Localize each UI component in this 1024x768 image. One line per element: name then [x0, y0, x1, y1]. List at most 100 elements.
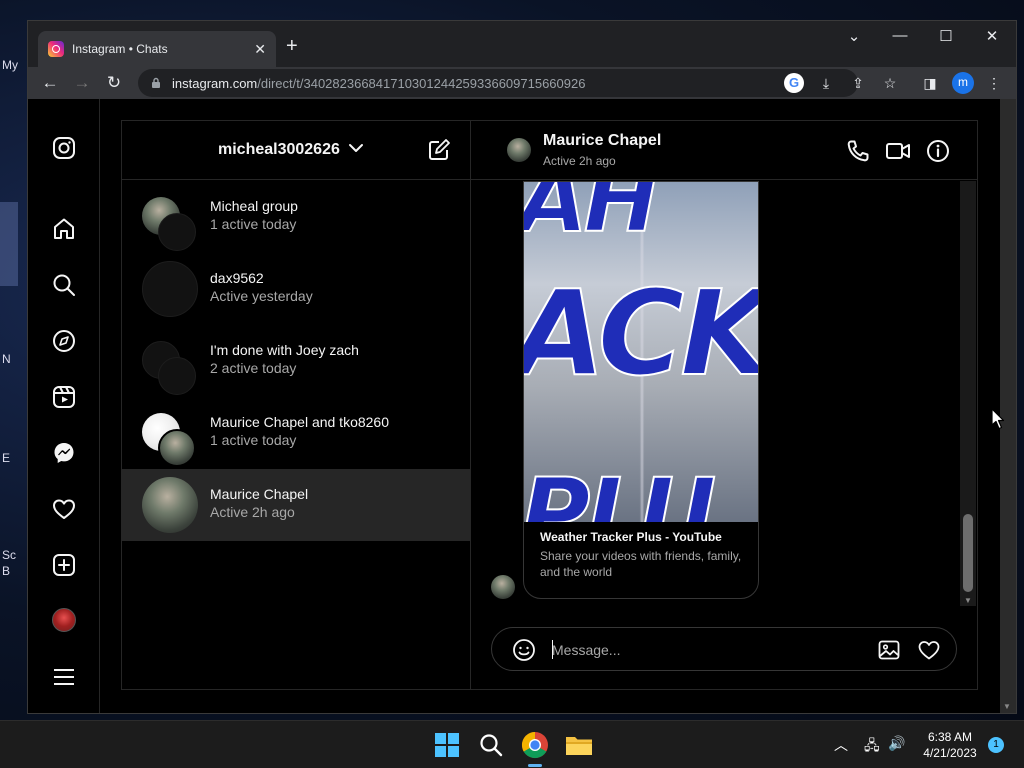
messenger-icon[interactable]: [51, 440, 77, 466]
chevron-down-icon[interactable]: [346, 138, 366, 158]
chat-contact-name[interactable]: Maurice Chapel: [543, 132, 661, 150]
profile-avatar-button[interactable]: m: [952, 72, 974, 94]
url-host: instagram.com: [172, 75, 258, 91]
conversation-info-icon[interactable]: [925, 138, 951, 164]
bookmark-star-icon[interactable]: ☆: [880, 73, 900, 93]
text-caret: [552, 640, 553, 659]
desktop-icon-label[interactable]: My: [0, 58, 28, 72]
lock-icon[interactable]: [150, 77, 162, 89]
tab-close-icon[interactable]: ✕: [254, 41, 266, 58]
minimize-button[interactable]: —: [888, 27, 912, 44]
search-icon[interactable]: [51, 272, 77, 298]
clock-date: 4/21/2023: [923, 746, 977, 760]
avatar: [142, 477, 198, 533]
create-plus-icon[interactable]: [51, 552, 77, 578]
instagram-logo-icon[interactable]: [51, 135, 77, 161]
avatar: [142, 261, 198, 317]
thread-item[interactable]: dax9562 Active yesterday: [122, 253, 470, 325]
preview-image-text: AH: [524, 182, 660, 254]
volume-icon[interactable]: 🔊: [888, 735, 905, 752]
audio-call-icon[interactable]: [845, 138, 871, 164]
thread-item[interactable]: Maurice Chapel and tko8260 1 active toda…: [122, 397, 470, 469]
new-tab-button[interactable]: +: [286, 35, 298, 58]
instagram-favicon-icon: [48, 41, 64, 57]
chrome-icon[interactable]: [519, 729, 551, 761]
chat-pane: Maurice Chapel Active 2h ago AH ACK PLU …: [471, 121, 977, 689]
group-avatar-front: [158, 429, 196, 467]
system-clock[interactable]: 6:38 AM 4/21/2023: [915, 729, 985, 761]
chat-scrollbar[interactable]: ▼: [960, 181, 976, 606]
tab-instagram-chats[interactable]: Instagram • Chats ✕: [38, 31, 276, 67]
close-window-button[interactable]: ✕: [980, 27, 1004, 45]
thread-name: Micheal group: [210, 198, 298, 214]
inbox-header: micheal3002626: [122, 121, 471, 180]
forward-button[interactable]: →: [70, 71, 94, 95]
new-message-compose-icon[interactable]: [427, 138, 451, 162]
thread-status: Active yesterday: [210, 288, 313, 304]
scrollbar-thumb[interactable]: [963, 514, 973, 592]
mouse-cursor-icon: [991, 408, 1005, 430]
desktop-icon-label[interactable]: E: [0, 451, 28, 465]
desktop-selection: [0, 202, 18, 286]
google-lens-icon[interactable]: G: [784, 73, 804, 93]
explore-compass-icon[interactable]: [51, 328, 77, 354]
link-preview-image: AH ACK PLU: [524, 182, 759, 522]
reload-button[interactable]: ↻: [102, 71, 126, 95]
tab-search-chevron-icon[interactable]: ⌄: [842, 27, 866, 45]
tab-strip: Instagram • Chats ✕ + ⌄ — ☐ ✕: [28, 21, 1016, 67]
back-button[interactable]: ←: [38, 71, 62, 95]
start-windows-icon[interactable]: [431, 729, 463, 761]
file-explorer-icon[interactable]: [563, 729, 595, 761]
scroll-down-arrow-icon[interactable]: ▼: [1003, 702, 1011, 711]
link-description: Share your videos with friends, family, …: [540, 549, 742, 579]
more-menu-hamburger-icon[interactable]: [51, 664, 77, 690]
shared-link-card[interactable]: AH ACK PLU Weather Tracker Plus - YouTub…: [523, 181, 759, 599]
scroll-down-arrow-icon[interactable]: ▼: [964, 596, 972, 605]
home-icon[interactable]: [51, 216, 77, 242]
group-avatar-front: [158, 357, 196, 395]
photo-gallery-icon[interactable]: [877, 638, 901, 662]
url-path: /direct/t/340282366841710301244259336609…: [257, 75, 586, 91]
account-switcher[interactable]: micheal3002626: [218, 141, 340, 159]
thread-name: Maurice Chapel and tko8260: [210, 414, 390, 430]
message-input[interactable]: [552, 639, 852, 661]
thread-name: Maurice Chapel: [210, 486, 309, 502]
taskbar-search-icon[interactable]: [475, 729, 507, 761]
desktop-icon-label[interactable]: N: [0, 352, 28, 366]
direct-messages-panel: micheal3002626 Micheal group 1 active to…: [121, 120, 978, 690]
sender-avatar[interactable]: [491, 575, 515, 599]
instagram-page: micheal3002626 Micheal group 1 active to…: [28, 99, 1000, 713]
more-menu-icon[interactable]: ⋮: [984, 73, 1004, 93]
thread-name: I'm done with Joey zach: [210, 342, 359, 358]
thread-item-selected[interactable]: Maurice Chapel Active 2h ago: [122, 469, 470, 541]
network-icon[interactable]: 🖧: [864, 735, 880, 759]
thread-item[interactable]: Micheal group 1 active today: [122, 181, 470, 253]
profile-avatar[interactable]: [52, 608, 76, 632]
active-app-indicator: [528, 764, 542, 767]
thread-item[interactable]: I'm done with Joey zach 2 active today: [122, 325, 470, 397]
tray-overflow-chevron-icon[interactable]: ︿: [834, 735, 848, 755]
browser-toolbar: ← → ↻ instagram.com/direct/t/34028236684…: [28, 67, 1016, 99]
video-call-icon[interactable]: [885, 138, 911, 164]
emoji-icon[interactable]: [512, 638, 536, 662]
desktop-icon-label[interactable]: Sc: [0, 548, 28, 562]
notification-badge[interactable]: 1: [988, 737, 1004, 753]
inbox-list: micheal3002626 Micheal group 1 active to…: [122, 121, 471, 689]
chat-header: Maurice Chapel Active 2h ago: [471, 121, 977, 180]
share-icon[interactable]: ⇪: [848, 73, 868, 93]
preview-image-text: PLU: [524, 457, 717, 522]
side-panel-icon[interactable]: ◨: [920, 73, 940, 93]
maximize-button[interactable]: ☐: [934, 27, 958, 45]
desktop-icon-label[interactable]: B: [0, 564, 28, 578]
chat-avatar[interactable]: [507, 138, 531, 162]
group-avatar-front: [158, 213, 196, 251]
page-scrollbar[interactable]: ▼: [1000, 99, 1016, 713]
notifications-heart-icon[interactable]: [51, 496, 77, 522]
message-composer: [491, 627, 957, 671]
link-title: Weather Tracker Plus - YouTube: [540, 530, 722, 544]
address-bar[interactable]: instagram.com/direct/t/34028236684171030…: [138, 69, 858, 97]
reels-icon[interactable]: [51, 384, 77, 410]
like-heart-icon[interactable]: [917, 638, 941, 662]
preview-image-text: ACK: [524, 263, 759, 403]
install-app-icon[interactable]: ⤓: [816, 73, 836, 93]
